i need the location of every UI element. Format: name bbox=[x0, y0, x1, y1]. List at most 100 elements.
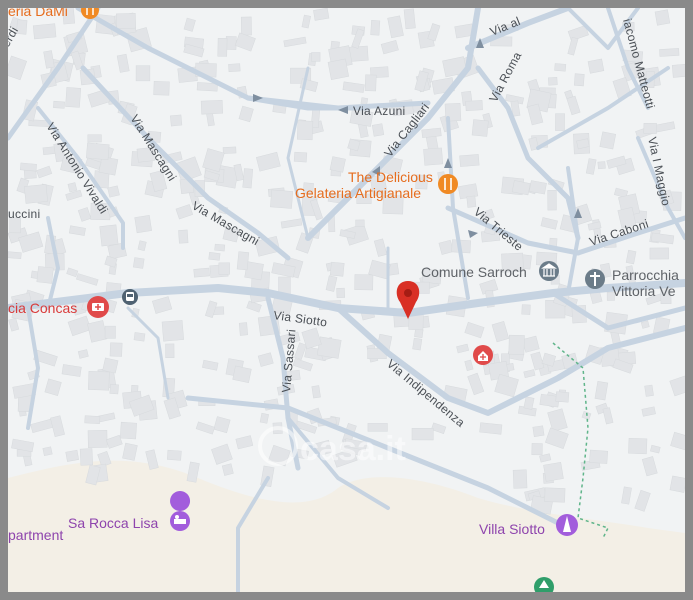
building bbox=[133, 332, 146, 342]
building bbox=[459, 154, 480, 167]
map-canvas[interactable]: casa.it Via Siotto Via Indipendenza Via … bbox=[8, 8, 685, 592]
building bbox=[669, 475, 685, 493]
building bbox=[370, 20, 381, 36]
building bbox=[329, 261, 345, 277]
poi-medical[interactable] bbox=[473, 345, 493, 365]
building bbox=[242, 168, 254, 189]
building bbox=[521, 304, 531, 315]
building bbox=[165, 343, 175, 359]
building bbox=[599, 131, 617, 150]
building bbox=[208, 252, 221, 261]
poi-gelateria-line1: The Delicious bbox=[348, 169, 433, 185]
building bbox=[84, 415, 101, 425]
cross-icon bbox=[585, 269, 605, 289]
building bbox=[170, 114, 183, 127]
building bbox=[259, 412, 269, 424]
poi-sa-rocca-lisa-label: Sa Rocca Lisa bbox=[68, 515, 158, 531]
poi-apartment-label: partment bbox=[8, 527, 63, 543]
building bbox=[587, 58, 605, 74]
bank-icon bbox=[539, 261, 559, 281]
building bbox=[403, 8, 416, 30]
poi-top-left[interactable]: eria DaMi bbox=[8, 8, 99, 19]
building bbox=[649, 247, 669, 260]
bus-stop[interactable] bbox=[122, 289, 138, 305]
poi-parrocchia-line1: Parrocchia bbox=[612, 267, 679, 283]
building bbox=[659, 48, 680, 57]
building bbox=[512, 469, 528, 489]
building bbox=[479, 422, 503, 435]
building bbox=[85, 142, 110, 161]
building bbox=[412, 337, 423, 351]
poi-farmacia[interactable]: cia Concas bbox=[8, 296, 109, 318]
building bbox=[548, 76, 558, 86]
poi-comune-label: Comune Sarroch bbox=[421, 264, 527, 280]
watermark-text: casa.it bbox=[300, 430, 406, 468]
building bbox=[225, 36, 237, 50]
building bbox=[20, 162, 37, 172]
building bbox=[471, 119, 489, 137]
building bbox=[644, 384, 654, 397]
building bbox=[32, 23, 57, 40]
building bbox=[161, 320, 184, 342]
building bbox=[135, 65, 151, 82]
building bbox=[671, 63, 685, 78]
map-frame: casa.it Via Siotto Via Indipendenza Via … bbox=[0, 0, 693, 600]
building bbox=[544, 487, 566, 503]
building bbox=[531, 443, 543, 456]
building bbox=[547, 189, 557, 211]
medical-icon bbox=[473, 345, 493, 365]
label-cuccini: uccini bbox=[8, 207, 40, 221]
building bbox=[423, 147, 444, 166]
building bbox=[222, 146, 237, 154]
building bbox=[465, 100, 483, 111]
poi-gelateria-line2: Gelateria Artigianale bbox=[295, 185, 421, 201]
poi-parrocchia-line2: Vittoria Ve bbox=[612, 283, 676, 299]
building bbox=[555, 391, 570, 403]
building bbox=[336, 287, 346, 299]
building bbox=[178, 229, 189, 244]
building bbox=[589, 449, 609, 464]
building bbox=[270, 189, 294, 209]
building bbox=[65, 449, 80, 462]
building bbox=[311, 52, 321, 62]
building bbox=[200, 99, 223, 115]
building bbox=[119, 421, 137, 440]
building bbox=[421, 127, 442, 139]
building bbox=[36, 266, 54, 284]
building bbox=[166, 449, 182, 461]
building bbox=[654, 9, 671, 26]
building bbox=[193, 267, 210, 278]
building bbox=[355, 219, 365, 228]
building bbox=[236, 251, 250, 271]
building bbox=[104, 325, 116, 339]
building bbox=[228, 63, 241, 72]
building bbox=[109, 342, 123, 357]
building bbox=[24, 184, 48, 204]
building bbox=[532, 425, 545, 437]
building bbox=[109, 383, 119, 395]
building bbox=[79, 448, 94, 466]
building bbox=[107, 185, 120, 198]
building bbox=[99, 224, 119, 247]
building bbox=[87, 134, 102, 143]
building bbox=[88, 371, 110, 391]
poi-top-left-label: eria DaMi bbox=[8, 8, 68, 19]
building bbox=[574, 73, 585, 87]
building bbox=[466, 195, 477, 208]
pharmacy-icon bbox=[87, 296, 109, 318]
building bbox=[116, 13, 137, 29]
building bbox=[643, 122, 657, 134]
building bbox=[102, 357, 119, 374]
building bbox=[354, 274, 374, 291]
label-via-azuni: Via Azuni bbox=[353, 104, 406, 118]
building bbox=[316, 336, 342, 359]
building bbox=[134, 215, 152, 234]
building bbox=[42, 446, 53, 457]
monument-icon bbox=[556, 514, 578, 536]
poi-villa-siotto-label: Villa Siotto bbox=[479, 521, 545, 537]
building bbox=[238, 322, 248, 336]
building bbox=[132, 257, 145, 269]
building bbox=[371, 123, 385, 137]
building bbox=[232, 365, 252, 383]
poi-farmacia-label: cia Concas bbox=[8, 300, 77, 316]
